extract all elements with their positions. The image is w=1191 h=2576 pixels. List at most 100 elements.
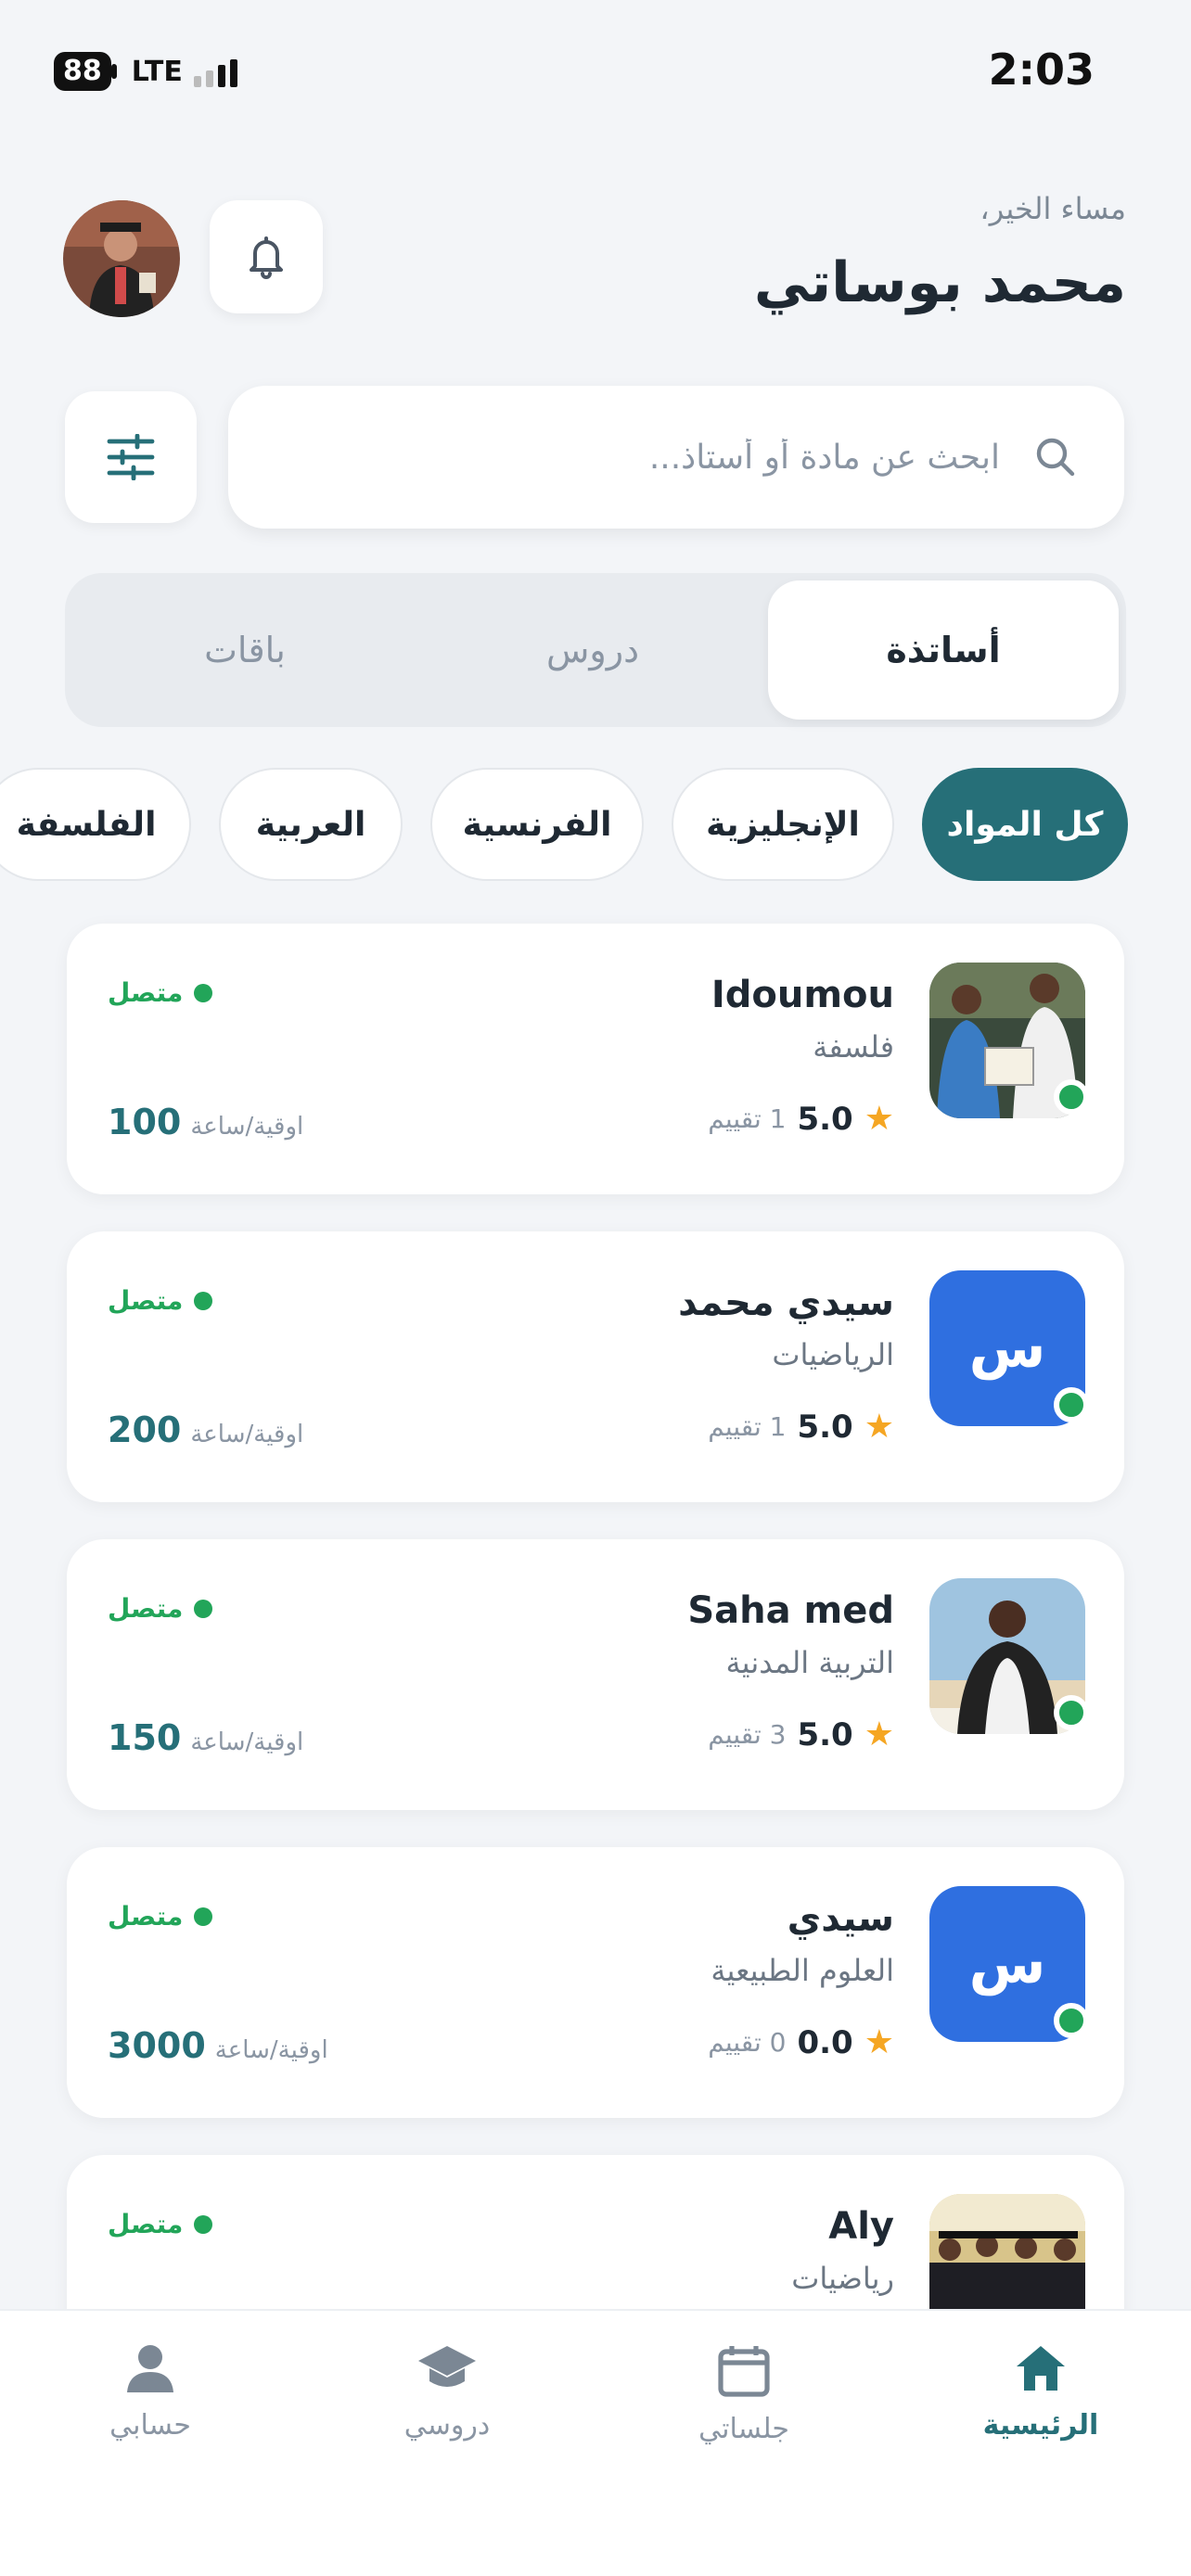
teacher-price: 200 اوقية/ساعة (108, 1409, 303, 1450)
home-icon (1017, 2346, 1065, 2391)
star-icon: ★ (864, 2023, 894, 2061)
teacher-subject: العلوم الطبيعية (711, 1953, 894, 1988)
review-count: 1 تقييم (708, 1411, 787, 1442)
rating-value: 5.0 (797, 1408, 853, 1446)
online-indicator (1054, 1387, 1089, 1422)
nav-my-lessons[interactable]: دروسي (354, 2342, 540, 2442)
user-avatar[interactable] (63, 200, 180, 317)
user-icon (127, 2345, 173, 2392)
teacher-price: 150 اوقية/ساعة (108, 1717, 303, 1758)
teacher-name: Aly (828, 2205, 894, 2248)
nav-account[interactable]: حسابي (58, 2342, 243, 2442)
tab-packages[interactable]: باقات (72, 580, 417, 720)
online-status: متصل (108, 1901, 213, 1932)
price-unit: اوقية/ساعة (214, 2036, 328, 2064)
status-dot (194, 2214, 213, 2234)
status-dot (194, 1291, 213, 1310)
teacher-name: Saha med (687, 1589, 894, 1632)
chip-french[interactable]: الفرنسية (430, 768, 644, 881)
filter-button[interactable] (65, 391, 197, 523)
price-unit: اوقية/ساعة (190, 1113, 304, 1141)
status-dot (194, 1906, 213, 1926)
teacher-name: سيدي محمد (678, 1282, 894, 1324)
status-text: متصل (108, 1593, 184, 1624)
graduation-cap-icon (418, 2346, 476, 2387)
battery-indicator: 88 (54, 52, 111, 91)
online-status: متصل (108, 1593, 213, 1624)
teacher-card[interactable]: س سيدي محمد الرياضيات ★ 5.0 1 تقييم متصل… (67, 1231, 1124, 1502)
greeting-text: مساء الخير، (980, 191, 1126, 226)
teacher-rating: ★ 5.0 1 تقييم (708, 1408, 894, 1446)
notifications-button[interactable] (210, 200, 323, 313)
rating-value: 5.0 (797, 1100, 853, 1138)
status-time: 2:03 (988, 45, 1095, 95)
calendar-icon (718, 2346, 770, 2397)
teacher-price: 100 اوقية/ساعة (108, 1102, 303, 1142)
teacher-rating: ★ 0.0 0 تقييم (708, 2023, 894, 2061)
teacher-card[interactable]: Saha med التربية المدنية ★ 5.0 3 تقييم م… (67, 1539, 1124, 1810)
price-value: 100 (108, 1102, 182, 1142)
status-indicators: 88 LTE (54, 52, 237, 91)
teacher-subject: رياضيات (791, 2261, 894, 2296)
status-dot (194, 1599, 213, 1618)
teacher-subject: الرياضيات (772, 1337, 894, 1372)
price-value: 3000 (108, 2025, 206, 2066)
price-unit: اوقية/ساعة (190, 1421, 304, 1448)
teacher-subject: التربية المدنية (725, 1645, 895, 1680)
bottom-navigation: الرئيسية جلساتي دروسي حسابي (0, 2309, 1191, 2576)
signal-icon (193, 56, 237, 87)
star-icon: ★ (864, 1408, 894, 1446)
chip-all-subjects[interactable]: كل المواد (922, 768, 1128, 881)
status-text: متصل (108, 1285, 184, 1316)
teacher-name: سيدي (787, 1897, 894, 1940)
online-status: متصل (108, 2209, 213, 2239)
nav-sessions[interactable]: جلساتي (651, 2342, 837, 2445)
sliders-icon (107, 434, 155, 480)
online-status: متصل (108, 1285, 213, 1316)
search-bar[interactable] (228, 386, 1124, 529)
status-text: متصل (108, 1901, 184, 1932)
chip-philosophy[interactable]: الفلسفة (0, 768, 191, 881)
teacher-card[interactable]: Idoumou فلسفة ★ 5.0 1 تقييم متصل 100 اوق… (67, 924, 1124, 1194)
battery-tip (110, 64, 117, 79)
nav-sessions-label: جلساتي (698, 2413, 789, 2445)
star-icon: ★ (864, 1715, 894, 1753)
online-status: متصل (108, 977, 213, 1008)
tab-lessons[interactable]: دروس (417, 580, 768, 720)
teacher-name: Idoumou (711, 974, 894, 1016)
online-indicator (1054, 1695, 1089, 1730)
online-indicator (1054, 2003, 1089, 2038)
search-icon (1036, 438, 1075, 477)
teacher-card[interactable]: س سيدي العلوم الطبيعية ★ 0.0 0 تقييم متص… (67, 1847, 1124, 2118)
segmented-tabs: أساتذة دروس باقات (65, 573, 1126, 727)
bell-icon (250, 236, 283, 279)
avatar-photo (63, 200, 180, 317)
status-text: متصل (108, 2209, 184, 2239)
chip-english[interactable]: الإنجليزية (672, 768, 894, 881)
status-dot (194, 983, 213, 1002)
tab-teachers[interactable]: أساتذة (768, 580, 1119, 720)
price-value: 150 (108, 1717, 182, 1758)
teacher-price: 3000 اوقية/ساعة (108, 2025, 328, 2066)
rating-value: 5.0 (797, 1715, 853, 1753)
review-count: 1 تقييم (708, 1103, 787, 1134)
nav-home[interactable]: الرئيسية (948, 2342, 1133, 2442)
review-count: 3 تقييم (708, 1719, 787, 1750)
network-label: LTE (131, 55, 183, 88)
user-name: محمد بوساتي (753, 250, 1126, 315)
rating-value: 0.0 (797, 2023, 853, 2061)
nav-my-lessons-label: دروسي (403, 2409, 491, 2442)
teacher-subject: فلسفة (813, 1029, 894, 1065)
price-unit: اوقية/ساعة (190, 1728, 304, 1756)
status-text: متصل (108, 977, 184, 1008)
search-input[interactable] (351, 438, 1000, 477)
review-count: 0 تقييم (708, 2027, 787, 2058)
nav-account-label: حسابي (109, 2409, 191, 2442)
price-value: 200 (108, 1409, 182, 1450)
nav-home-label: الرئيسية (982, 2409, 1099, 2442)
teacher-rating: ★ 5.0 3 تقييم (708, 1715, 894, 1753)
chip-arabic[interactable]: العربية (219, 768, 403, 881)
teacher-rating: ★ 5.0 1 تقييم (708, 1100, 894, 1138)
star-icon: ★ (864, 1100, 894, 1138)
online-indicator (1054, 1079, 1089, 1115)
